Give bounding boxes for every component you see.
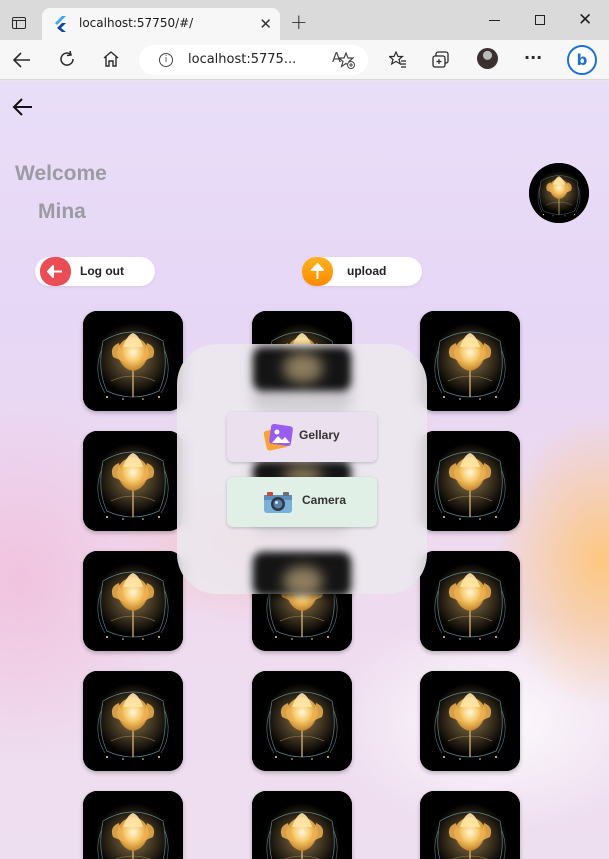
photo-image — [252, 791, 352, 859]
photo-image — [83, 551, 183, 651]
back-arrow-icon[interactable] — [12, 96, 34, 118]
camera-icon — [264, 492, 292, 513]
photo-tile[interactable] — [420, 551, 520, 651]
profile-avatar[interactable] — [477, 48, 498, 69]
collections-icon[interactable] — [432, 51, 450, 69]
arrow-up-icon — [311, 263, 324, 279]
photo-image — [83, 431, 183, 531]
photo-image — [420, 551, 520, 651]
address-bar[interactable]: i localhost:5775... A — [139, 45, 368, 75]
app-viewport: Welcome Mina Log out upload Gellary Came… — [0, 81, 609, 859]
site-info-icon[interactable]: i — [159, 53, 173, 67]
bing-chat-icon[interactable]: b — [567, 45, 597, 75]
image-gallery-icon — [263, 423, 293, 451]
logout-button[interactable]: Log out — [35, 257, 155, 286]
avatar-image — [529, 163, 589, 223]
photo-image — [420, 311, 520, 411]
tab-actions-icon[interactable] — [12, 17, 26, 29]
photo-tile[interactable] — [83, 551, 183, 651]
photo-tile[interactable] — [83, 791, 183, 859]
more-options-icon[interactable]: ··· — [524, 48, 542, 68]
favorites-icon[interactable] — [389, 51, 407, 69]
photo-tile[interactable] — [252, 791, 352, 859]
photo-tile[interactable] — [83, 311, 183, 411]
logout-icon-badge — [40, 257, 71, 286]
flutter-icon — [55, 16, 66, 32]
logout-label: Log out — [80, 264, 124, 278]
minimize-icon[interactable] — [489, 20, 500, 21]
photo-image — [83, 791, 183, 859]
gallery-button[interactable]: Gellary — [227, 412, 377, 462]
photo-image — [420, 791, 520, 859]
photo-tile[interactable] — [83, 431, 183, 531]
blurred-photo-behind-dialog — [253, 552, 351, 596]
photo-tile[interactable] — [420, 311, 520, 411]
maximize-icon[interactable] — [535, 15, 545, 25]
tab-close-icon[interactable]: ✕ — [259, 15, 272, 33]
address-text[interactable]: localhost:5775... — [188, 52, 296, 67]
welcome-heading: Welcome — [15, 162, 107, 185]
photo-image — [420, 671, 520, 771]
browser-tab-bar: localhost:57750/#/ ✕ + ✕ — [0, 0, 609, 40]
photo-image — [420, 431, 520, 531]
user-name: Mina — [38, 200, 86, 223]
camera-button[interactable]: Camera — [227, 477, 377, 527]
browser-tab[interactable]: localhost:57750/#/ ✕ — [42, 8, 280, 40]
photo-tile[interactable] — [420, 431, 520, 531]
upload-label: upload — [347, 264, 387, 278]
camera-label: Camera — [302, 493, 347, 507]
tab-title: localhost:57750/#/ — [79, 16, 194, 30]
upload-icon-badge — [302, 257, 333, 286]
add-favorite-icon[interactable] — [338, 52, 355, 69]
photo-image — [83, 311, 183, 411]
browser-toolbar: i localhost:5775... A ··· b — [0, 40, 609, 80]
photo-image — [252, 671, 352, 771]
browser-back-icon[interactable] — [12, 51, 32, 69]
new-tab-icon[interactable]: + — [290, 11, 308, 33]
upload-button[interactable]: upload — [302, 257, 422, 286]
photo-tile[interactable] — [420, 791, 520, 859]
photo-image — [83, 671, 183, 771]
photo-tile[interactable] — [252, 671, 352, 771]
photo-tile[interactable] — [420, 671, 520, 771]
gallery-label: Gellary — [299, 428, 340, 442]
home-icon[interactable] — [102, 50, 120, 68]
blurred-photo-behind-dialog — [253, 347, 351, 391]
photo-tile[interactable] — [83, 671, 183, 771]
arrow-left-icon — [47, 265, 62, 278]
user-avatar[interactable] — [529, 163, 589, 223]
refresh-icon[interactable] — [58, 50, 76, 68]
window-close-icon[interactable]: ✕ — [578, 10, 592, 30]
